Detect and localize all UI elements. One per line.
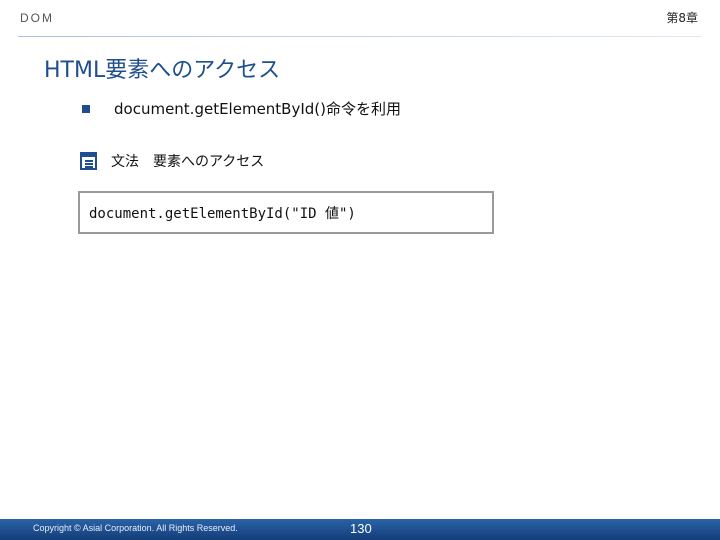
bullet-item: document.getElementById()命令を利用: [82, 98, 401, 119]
page-number: 130: [350, 521, 372, 536]
code-text: document.getElementById("ID 値"): [89, 205, 356, 222]
document-list-icon: [80, 152, 97, 170]
chapter-label: 第8章: [666, 11, 698, 25]
syntax-heading: 文法 要素へのアクセス: [80, 151, 264, 171]
section-label: DOM: [20, 11, 54, 25]
slide-title: HTML要素へのアクセス: [44, 58, 281, 83]
code-box: document.getElementById("ID 値"): [78, 191, 494, 234]
header-divider: [18, 36, 702, 37]
syntax-label: 文法 要素へのアクセス: [111, 154, 265, 170]
copyright-text: Copyright © Asial Corporation. All Right…: [33, 523, 238, 533]
square-bullet-icon: [82, 104, 90, 113]
footer-bar: Copyright © Asial Corporation. All Right…: [0, 519, 720, 540]
bullet-text: document.getElementById()命令を利用: [114, 100, 402, 118]
